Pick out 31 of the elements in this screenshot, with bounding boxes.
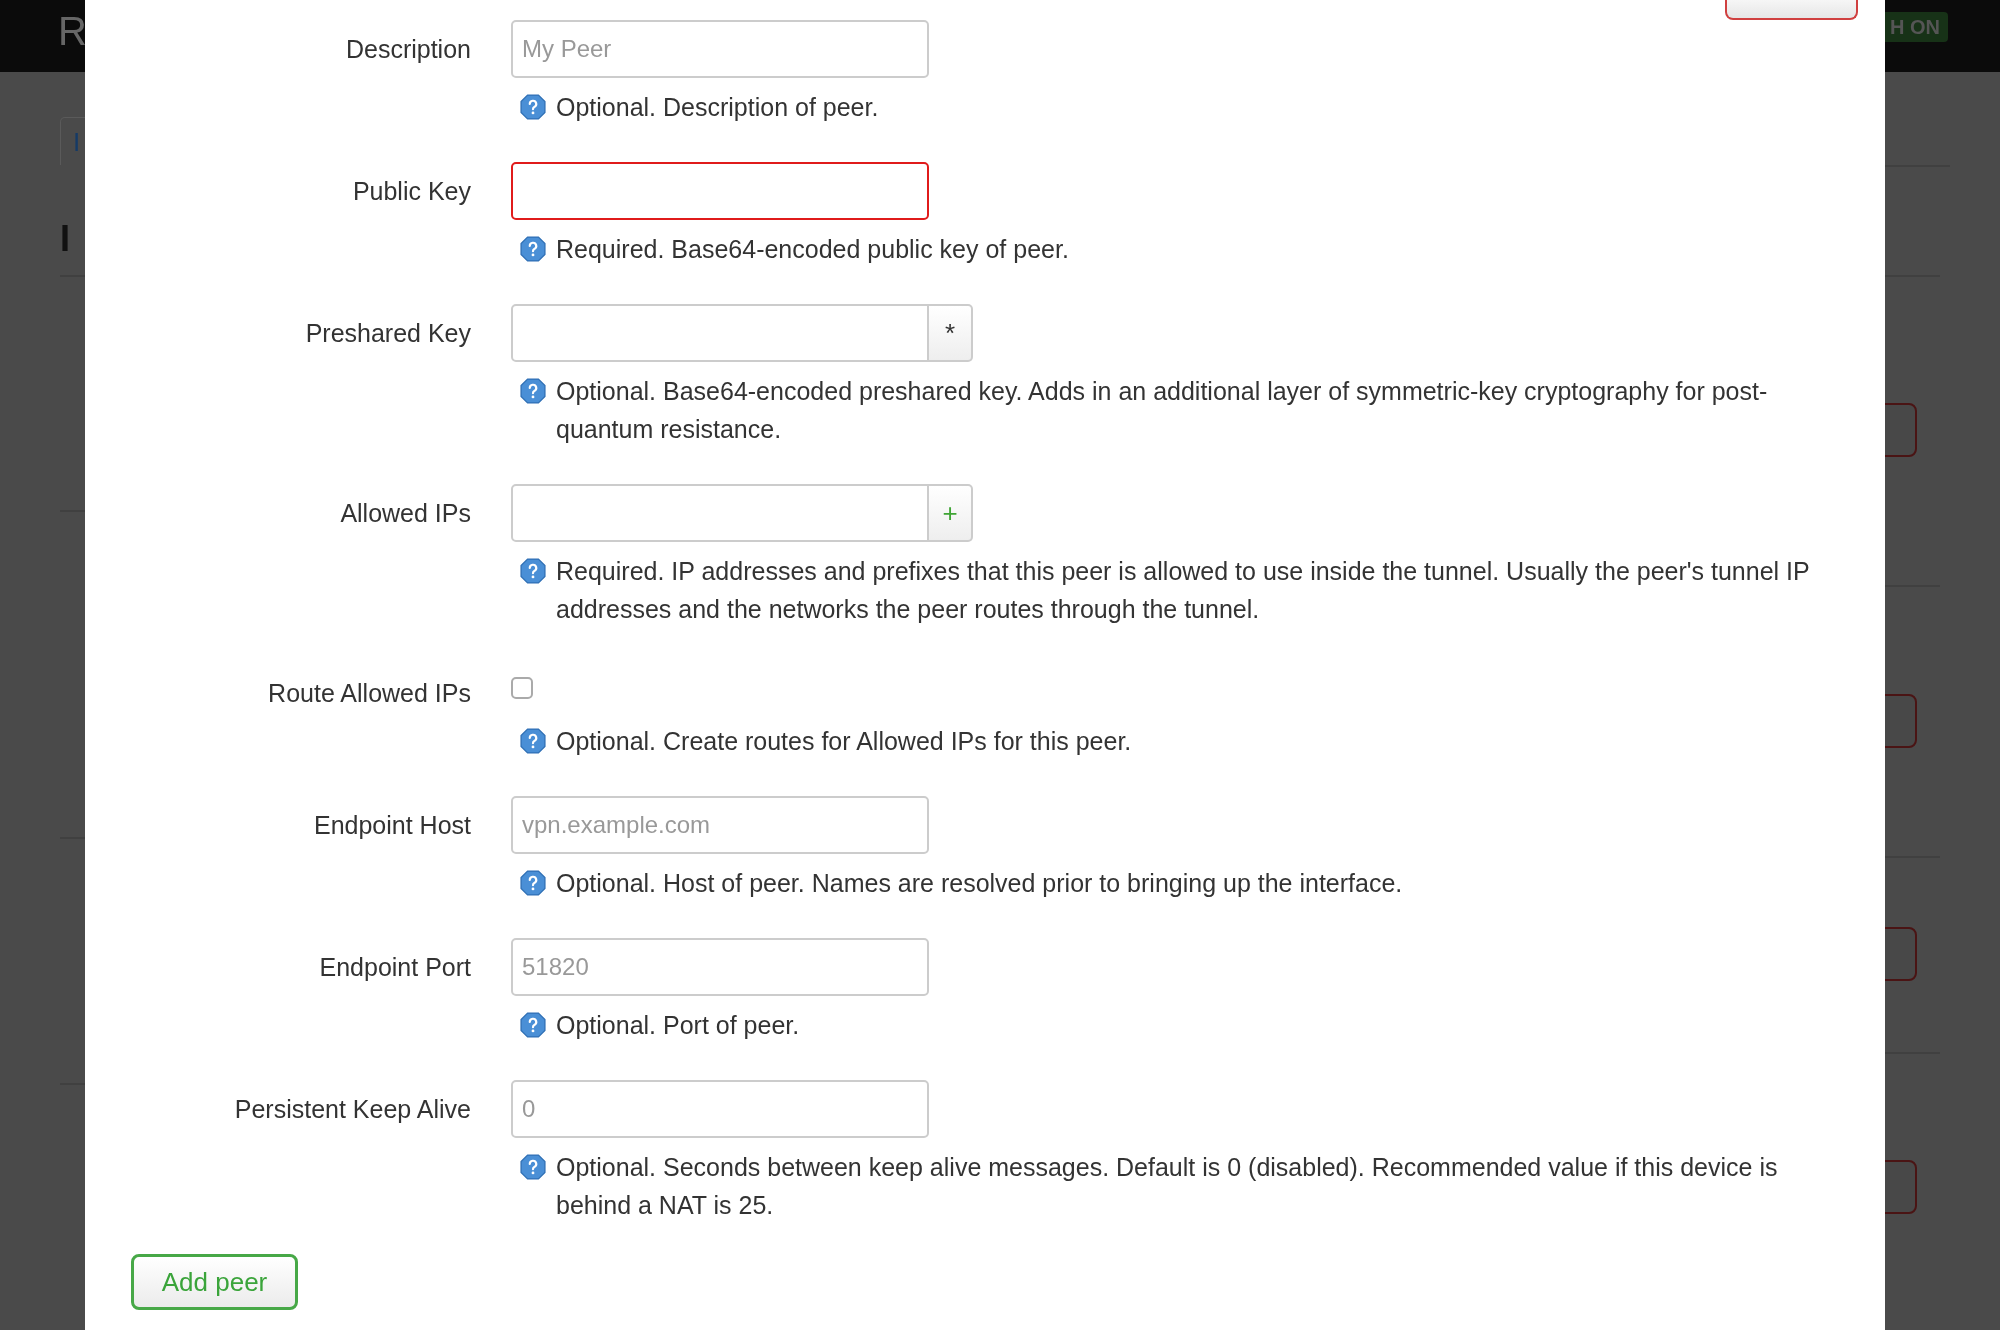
field-label: Route Allowed IPs — [267, 678, 472, 709]
field-label: Public Key — [351, 176, 472, 207]
field-label: Description — [344, 34, 472, 65]
help-icon — [520, 728, 546, 754]
add-peer-button[interactable]: Add peer — [131, 1254, 298, 1310]
addon-button[interactable]: + — [929, 484, 973, 542]
help-text: Optional. Create routes for Allowed IPs for this peer. — [556, 726, 1132, 757]
help-icon — [520, 236, 546, 262]
help-icon — [520, 870, 546, 896]
input-field[interactable] — [511, 162, 929, 220]
addon-button[interactable]: * — [929, 304, 973, 362]
field-label: Preshared Key — [304, 318, 472, 349]
field-label: Endpoint Port — [318, 952, 472, 983]
help-icon — [520, 1012, 546, 1038]
help-text: Optional. Description of peer. — [556, 92, 879, 123]
help-text: Optional. Host of peer. Names are resolved prior to bringing up the interface. — [556, 868, 1403, 899]
page-heading: I — [60, 218, 70, 260]
help-text: Optional. Base64-encoded preshared key. Adds in an additional layer of symmetric-key cryptography for post-quantum resistance. — [556, 376, 1769, 445]
help-icon — [520, 94, 546, 120]
field-label: Endpoint Host — [312, 810, 472, 841]
help-icon — [520, 378, 546, 404]
checkbox[interactable] — [511, 677, 533, 699]
help-text: Required. Base64-encoded public key of peer. — [556, 234, 1069, 265]
help-text: Optional. Seconds between keep alive messages. Default is 0 (disabled). Recommended value if this device is behind a NAT is 25. — [556, 1152, 1779, 1221]
help-text: Required. IP addresses and prefixes that this peer is allowed to use inside the tunnel. Usually the peer's tunnel IP addresses and the networks the peer routes through the tunnel. — [556, 556, 1811, 625]
logo-text: R — [58, 8, 87, 55]
field-label: Persistent Keep Alive — [233, 1094, 472, 1125]
field-label: Allowed IPs — [339, 498, 472, 529]
help-text: Optional. Port of peer. — [556, 1010, 800, 1041]
help-icon — [520, 1154, 546, 1180]
help-icon — [520, 558, 546, 584]
